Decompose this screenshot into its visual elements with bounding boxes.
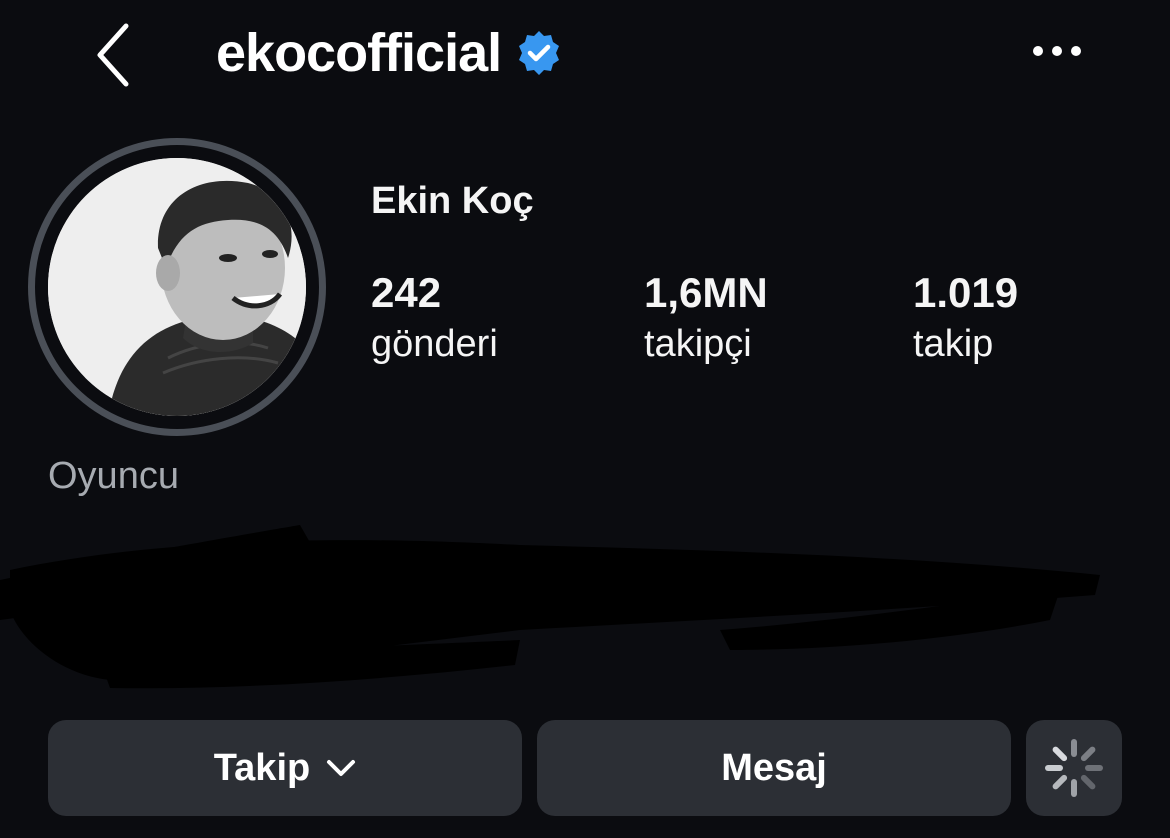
top-bar: ekocofficial xyxy=(0,0,1170,110)
stat-followers-label: takipçi xyxy=(644,323,752,365)
username-header: ekocofficial xyxy=(216,22,563,84)
follow-button[interactable]: Takip xyxy=(48,720,522,816)
message-button-label: Mesaj xyxy=(721,746,827,789)
chevron-down-icon xyxy=(327,760,356,776)
stat-posts-value: 242 xyxy=(371,269,442,316)
username: ekocofficial xyxy=(216,23,502,83)
follow-button-label: Takip xyxy=(213,746,311,789)
message-button[interactable]: Mesaj xyxy=(537,720,1011,816)
full-name: Ekin Koç xyxy=(371,180,534,222)
stat-following-label: takip xyxy=(913,323,994,365)
suggested-accounts-button[interactable] xyxy=(1026,720,1122,816)
chevron-left-icon xyxy=(97,23,129,87)
back-button[interactable] xyxy=(88,20,144,90)
stat-followers-value: 1,6MN xyxy=(644,269,768,316)
loading-spinner-icon xyxy=(1045,739,1103,797)
verified-badge-icon xyxy=(519,31,560,75)
more-options-button[interactable] xyxy=(1030,36,1084,66)
stat-followers[interactable]: 1,6MN takipçi xyxy=(644,268,768,370)
avatar-photo xyxy=(48,158,306,416)
stat-posts-label: gönderi xyxy=(371,323,498,365)
stat-following[interactable]: 1.019 takip xyxy=(913,268,1018,370)
more-horizontal-icon xyxy=(1033,46,1081,56)
stat-following-value: 1.019 xyxy=(913,269,1019,316)
redaction-scribble xyxy=(0,525,1100,689)
stat-posts[interactable]: 242 gönderi xyxy=(371,268,498,370)
avatar[interactable] xyxy=(48,158,306,416)
profile-category: Oyuncu xyxy=(48,455,179,497)
